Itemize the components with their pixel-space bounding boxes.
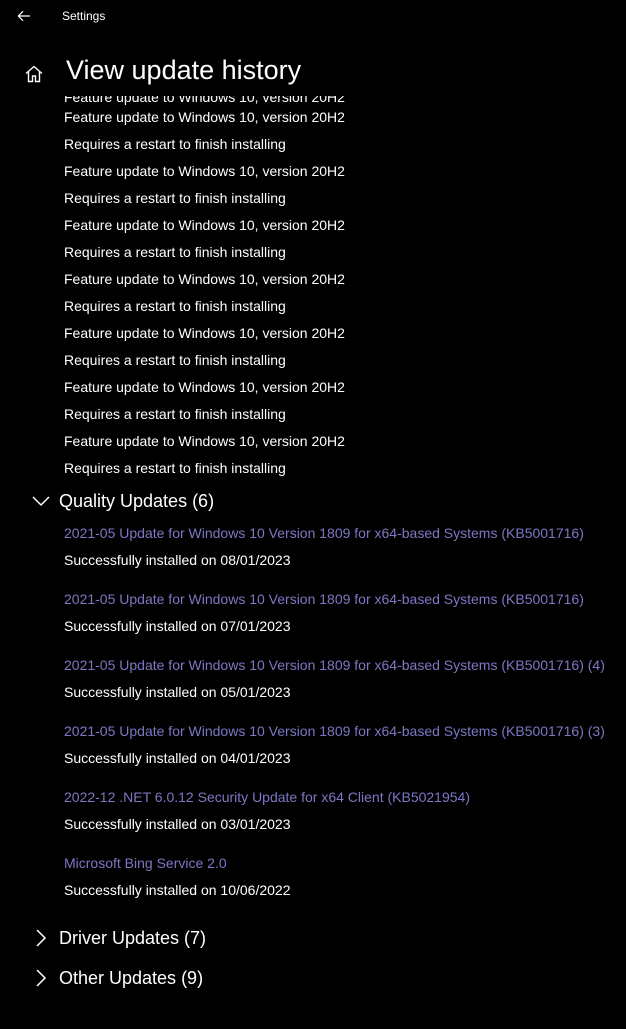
feature-update-item: Feature update to Windows 10, version 20… bbox=[64, 216, 624, 270]
driver-updates-label: Driver Updates (7) bbox=[59, 927, 207, 948]
chevron-right-icon bbox=[28, 965, 54, 991]
quality-updates-toggle[interactable]: Quality Updates (6) bbox=[28, 486, 214, 516]
feature-updates-list: Feature update to Windows 10, version 20… bbox=[64, 108, 624, 486]
quality-update-item: 2021-05 Update for Windows 10 Version 18… bbox=[64, 590, 624, 656]
feature-update-status: Requires a restart to finish installing bbox=[64, 244, 286, 260]
quality-update-link[interactable]: 2021-05 Update for Windows 10 Version 18… bbox=[64, 524, 624, 551]
chevron-down-icon bbox=[28, 488, 54, 514]
feature-update-item: Feature update to Windows 10, version 20… bbox=[64, 378, 624, 432]
feature-update-status: Requires a restart to finish installing bbox=[64, 298, 286, 314]
feature-update-status: Requires a restart to finish installing bbox=[64, 352, 286, 368]
home-button[interactable] bbox=[20, 60, 48, 88]
quality-update-item: Microsoft Bing Service 2.0 Successfully … bbox=[64, 854, 624, 920]
feature-update-status: Requires a restart to finish installing bbox=[64, 136, 286, 152]
page-title: View update history bbox=[66, 55, 302, 85]
home-icon bbox=[25, 65, 43, 83]
app-title: Settings bbox=[62, 9, 106, 23]
chevron-right-icon bbox=[28, 925, 54, 951]
feature-update-item: Feature update to Windows 10, version 20… bbox=[64, 432, 624, 486]
feature-update-item: Feature update to Windows 10, version 20… bbox=[64, 162, 624, 216]
quality-updates-list: 2021-05 Update for Windows 10 Version 18… bbox=[64, 524, 624, 920]
quality-update-status: Successfully installed on 07/01/2023 bbox=[64, 618, 291, 634]
feature-update-name: Feature update to Windows 10, version 20… bbox=[64, 271, 345, 287]
title-bar: Settings bbox=[0, 0, 626, 32]
quality-update-link[interactable]: 2021-05 Update for Windows 10 Version 18… bbox=[64, 722, 624, 749]
update-history-scroll-area[interactable]: Feature update to Windows 10, version 20… bbox=[0, 96, 626, 1029]
feature-update-status: Requires a restart to finish installing bbox=[64, 406, 286, 422]
feature-update-name: Feature update to Windows 10, version 20… bbox=[64, 217, 345, 233]
other-updates-toggle[interactable]: Other Updates (9) bbox=[28, 963, 203, 993]
quality-update-status: Successfully installed on 04/01/2023 bbox=[64, 750, 291, 766]
quality-update-item: 2021-05 Update for Windows 10 Version 18… bbox=[64, 656, 624, 722]
quality-update-item: 2022-12 .NET 6.0.12 Security Update for … bbox=[64, 788, 624, 854]
quality-update-status: Successfully installed on 03/01/2023 bbox=[64, 816, 291, 832]
clipped-feature-update-name: Feature update to Windows 10, version 20… bbox=[64, 96, 345, 105]
feature-update-item: Feature update to Windows 10, version 20… bbox=[64, 270, 624, 324]
feature-update-status: Requires a restart to finish installing bbox=[64, 190, 286, 206]
feature-update-name: Feature update to Windows 10, version 20… bbox=[64, 433, 345, 449]
feature-update-name: Feature update to Windows 10, version 20… bbox=[64, 379, 345, 395]
quality-update-link[interactable]: 2021-05 Update for Windows 10 Version 18… bbox=[64, 656, 624, 683]
feature-update-item: Feature update to Windows 10, version 20… bbox=[64, 324, 624, 378]
feature-update-name: Feature update to Windows 10, version 20… bbox=[64, 163, 345, 179]
quality-update-link[interactable]: Microsoft Bing Service 2.0 bbox=[64, 854, 624, 881]
back-button[interactable] bbox=[8, 2, 40, 30]
feature-update-item: Feature update to Windows 10, version 20… bbox=[64, 108, 624, 162]
driver-updates-toggle[interactable]: Driver Updates (7) bbox=[28, 923, 206, 953]
back-arrow-icon bbox=[17, 10, 30, 22]
feature-update-name: Feature update to Windows 10, version 20… bbox=[64, 325, 345, 341]
page-header: View update history bbox=[0, 50, 626, 96]
feature-update-status: Requires a restart to finish installing bbox=[64, 460, 286, 476]
quality-update-item: 2021-05 Update for Windows 10 Version 18… bbox=[64, 722, 624, 788]
quality-updates-label: Quality Updates (6) bbox=[59, 490, 215, 511]
feature-update-name: Feature update to Windows 10, version 20… bbox=[64, 109, 345, 125]
quality-update-status: Successfully installed on 08/01/2023 bbox=[64, 552, 291, 568]
quality-update-status: Successfully installed on 10/06/2022 bbox=[64, 882, 291, 898]
other-updates-label: Other Updates (9) bbox=[59, 967, 204, 988]
quality-update-link[interactable]: 2021-05 Update for Windows 10 Version 18… bbox=[64, 590, 624, 617]
quality-update-status: Successfully installed on 05/01/2023 bbox=[64, 684, 291, 700]
quality-update-item: 2021-05 Update for Windows 10 Version 18… bbox=[64, 524, 624, 590]
quality-update-link[interactable]: 2022-12 .NET 6.0.12 Security Update for … bbox=[64, 788, 624, 815]
